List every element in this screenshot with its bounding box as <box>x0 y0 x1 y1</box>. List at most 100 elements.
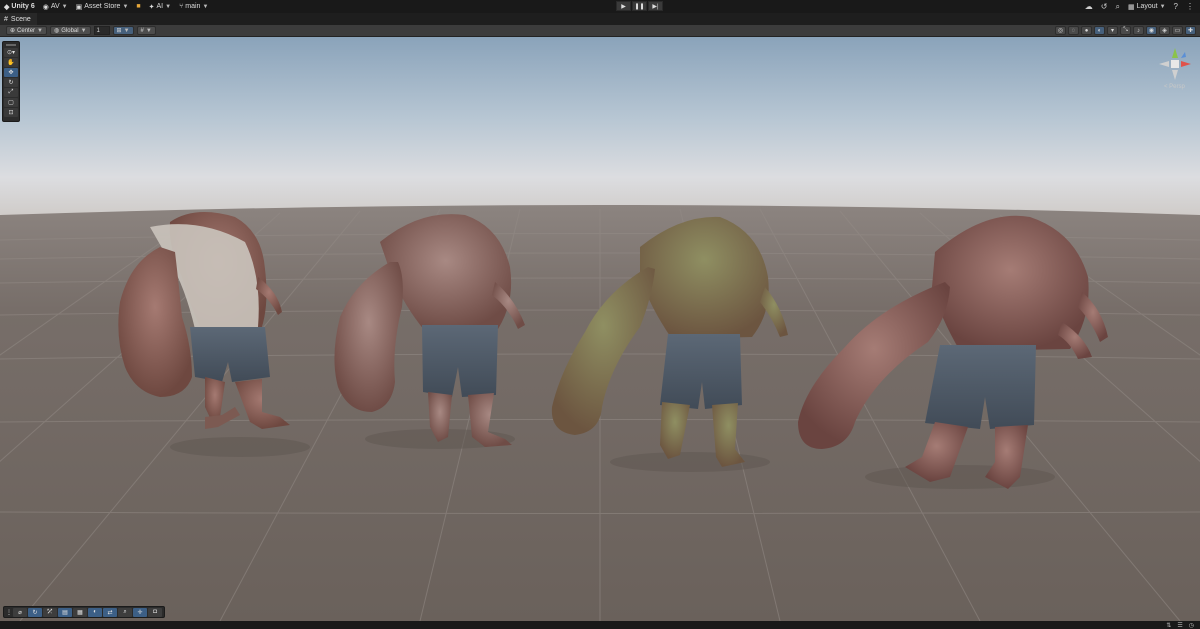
search-icon[interactable]: ⌕ <box>1115 2 1119 12</box>
play-controls: ▶ ❚❚ ▶| <box>616 1 663 11</box>
pivot-rotation-label: Global <box>61 27 79 34</box>
step-button[interactable]: ▶| <box>648 1 663 11</box>
play-icon: ▶ <box>621 3 626 10</box>
tab-label: Scene <box>10 15 31 23</box>
layout-dropdown[interactable]: ▦ Layout ▼ <box>1128 1 1166 12</box>
snap-settings-icon[interactable]: ⌀ <box>13 607 27 617</box>
tool-settings-icon[interactable]: ⊙▾ <box>4 48 18 57</box>
grid-snap-icon: ⊞ <box>116 28 122 34</box>
ai-label: AI <box>156 3 164 10</box>
chevron-down-icon: ▼ <box>123 27 130 34</box>
account-icon: ◉ <box>42 3 49 11</box>
chevron-down-icon: ▼ <box>80 27 87 34</box>
bottom-overlay-toolbar: ⋮ ⌀ ↻ ⤱ ▤ ▦ ◐ ⇄ ⌕ ✛ ◘ <box>3 606 165 618</box>
grid-icon: # <box>140 27 144 34</box>
overlay-grip[interactable] <box>6 44 16 46</box>
rect-tool-icon[interactable]: ▢ <box>4 98 18 107</box>
pause-icon: ❚❚ <box>634 3 645 10</box>
network-icon[interactable]: ☰ <box>1177 622 1182 629</box>
scene-view-options: ◎ ◌ ● ◐ ▾ ⤡ ♪ ◉ ◈ ▭ ✚ <box>1055 26 1196 35</box>
progress-icon[interactable]: ◷ <box>1189 622 1194 629</box>
camera-icon[interactable]: ▭ <box>1172 26 1183 35</box>
chevron-down-icon: ▼ <box>145 27 152 34</box>
scene-icon: # <box>4 15 8 23</box>
grid-align-icon[interactable]: ▦ <box>73 607 87 617</box>
tools-overlay: ⊙▾ ✋ ✥ ↻ ⤢ ▢ ⊡ <box>2 41 20 122</box>
neg-y-axis-cone <box>1172 70 1178 80</box>
chevron-down-icon: ▼ <box>122 3 129 10</box>
play-button[interactable]: ▶ <box>616 1 631 11</box>
y-axis-cone <box>1172 48 1178 58</box>
scale-tool-icon[interactable]: ⤢ <box>4 88 18 97</box>
effects-dropdown-icon[interactable]: ▾ <box>1107 26 1118 35</box>
unity-logo-icon: ◆ <box>4 3 10 11</box>
orientation-icon[interactable]: ✛ <box>133 607 147 617</box>
2d-toggle-icon[interactable]: ⤡ <box>1120 26 1131 35</box>
draw-mode-icon[interactable]: ◎ <box>1055 26 1066 35</box>
lighting-overlay-icon[interactable]: ◐ <box>88 607 102 617</box>
tab-scene[interactable]: # Scene <box>0 13 37 25</box>
rotate-tool-icon[interactable]: ↻ <box>4 78 18 87</box>
pivot-rotation-dropdown[interactable]: ◍ Global ▼ <box>50 26 91 35</box>
step-icon: ▶| <box>652 3 659 10</box>
globe-icon: ◍ <box>54 28 60 34</box>
vertex-snap-icon[interactable]: ⤱ <box>43 607 57 617</box>
more-icon[interactable]: ⋮ <box>1186 2 1194 11</box>
package-button[interactable]: ■ <box>132 1 144 12</box>
scene-toolbar: ⊕ Center ▼ ◍ Global ▼ 1 ⊞ ▼ # ▼ ◎ ◌ ● ◐ … <box>0 25 1200 37</box>
move-tool-icon[interactable]: ✥ <box>4 68 18 77</box>
lighting-icon[interactable]: ◐ <box>1094 26 1105 35</box>
wireframe-icon[interactable]: ◌ <box>1068 26 1079 35</box>
camera-projection-label[interactable]: < Persp <box>1164 84 1185 90</box>
x-axis-cone <box>1181 61 1191 67</box>
branch-dropdown[interactable]: ⑂ main ▼ <box>175 1 212 12</box>
scene-camera-icon[interactable]: ◘ <box>148 607 162 617</box>
chevron-down-icon: ▼ <box>37 27 43 34</box>
app-name: Unity 6 <box>11 3 35 10</box>
grid-visibility-dropdown[interactable]: # ▼ <box>136 26 156 35</box>
search-icon[interactable]: ⌕ <box>118 607 132 617</box>
pivot-icon: ⊕ <box>10 28 16 34</box>
overlay-menu-icon[interactable]: ⋮ <box>6 607 12 617</box>
toolbar-right: ☁ ↺ ⌕ ▦ Layout ▼ ? ⋮ <box>1085 0 1194 13</box>
chevron-down-icon: ▼ <box>61 3 68 10</box>
branch-icon: ⑂ <box>179 3 184 10</box>
gizmos-icon[interactable]: ✚ <box>1185 26 1196 35</box>
collab-icon[interactable]: ⇅ <box>1166 622 1171 629</box>
unity-logo-menu[interactable]: ◆ Unity 6 <box>0 1 39 12</box>
status-bar: ⇅ ☰ ◷ <box>0 621 1200 629</box>
status-icons: ⇅ ☰ ◷ <box>1166 621 1194 629</box>
store-icon: ▣ <box>75 3 83 11</box>
account-dropdown[interactable]: ◉ AV ▼ <box>39 1 72 12</box>
scene-viewport[interactable] <box>0 37 1200 621</box>
branch-label: main <box>185 3 201 10</box>
chevron-down-icon: ▼ <box>165 3 172 10</box>
increment-snap-icon[interactable]: ↻ <box>28 607 42 617</box>
history-icon[interactable]: ↺ <box>1101 2 1108 11</box>
eye-icon[interactable]: ◈ <box>1159 26 1170 35</box>
pause-button[interactable]: ❚❚ <box>632 1 647 11</box>
ai-dropdown[interactable]: ✦ AI ▼ <box>145 1 175 12</box>
layout-label: Layout <box>1136 3 1158 10</box>
visibility-icon[interactable]: ◉ <box>1146 26 1157 35</box>
neg-x-axis-cone <box>1159 61 1169 67</box>
account-label: AV <box>50 3 60 10</box>
shaded-icon[interactable]: ● <box>1081 26 1092 35</box>
asset-store-dropdown[interactable]: ▣ Asset Store ▼ <box>72 1 133 12</box>
grid-snap-dropdown[interactable]: ⊞ ▼ <box>112 26 134 35</box>
transform-tool-icon[interactable]: ⊡ <box>4 108 18 117</box>
main-toolbar: ◆ Unity 6 ◉ AV ▼ ▣ Asset Store ▼ ■ ✦ AI … <box>0 0 1200 13</box>
help-icon[interactable]: ? <box>1174 2 1178 11</box>
pivot-mode-label: Center <box>17 27 36 34</box>
cloud-icon[interactable]: ☁ <box>1085 2 1093 11</box>
asset-store-label: Asset Store <box>84 3 121 10</box>
chevron-down-icon: ▼ <box>1159 3 1166 10</box>
navmesh-icon[interactable]: ⇄ <box>103 607 117 617</box>
pivot-mode-dropdown[interactable]: ⊕ Center ▼ <box>6 26 47 35</box>
grid-snap-field[interactable]: 1 <box>93 26 110 35</box>
tab-strip: # Scene <box>0 13 1200 25</box>
surface-snap-icon[interactable]: ▤ <box>58 607 72 617</box>
package-icon: ■ <box>136 3 141 10</box>
view-tool-icon[interactable]: ✋ <box>4 58 18 67</box>
audio-icon[interactable]: ♪ <box>1133 26 1144 35</box>
